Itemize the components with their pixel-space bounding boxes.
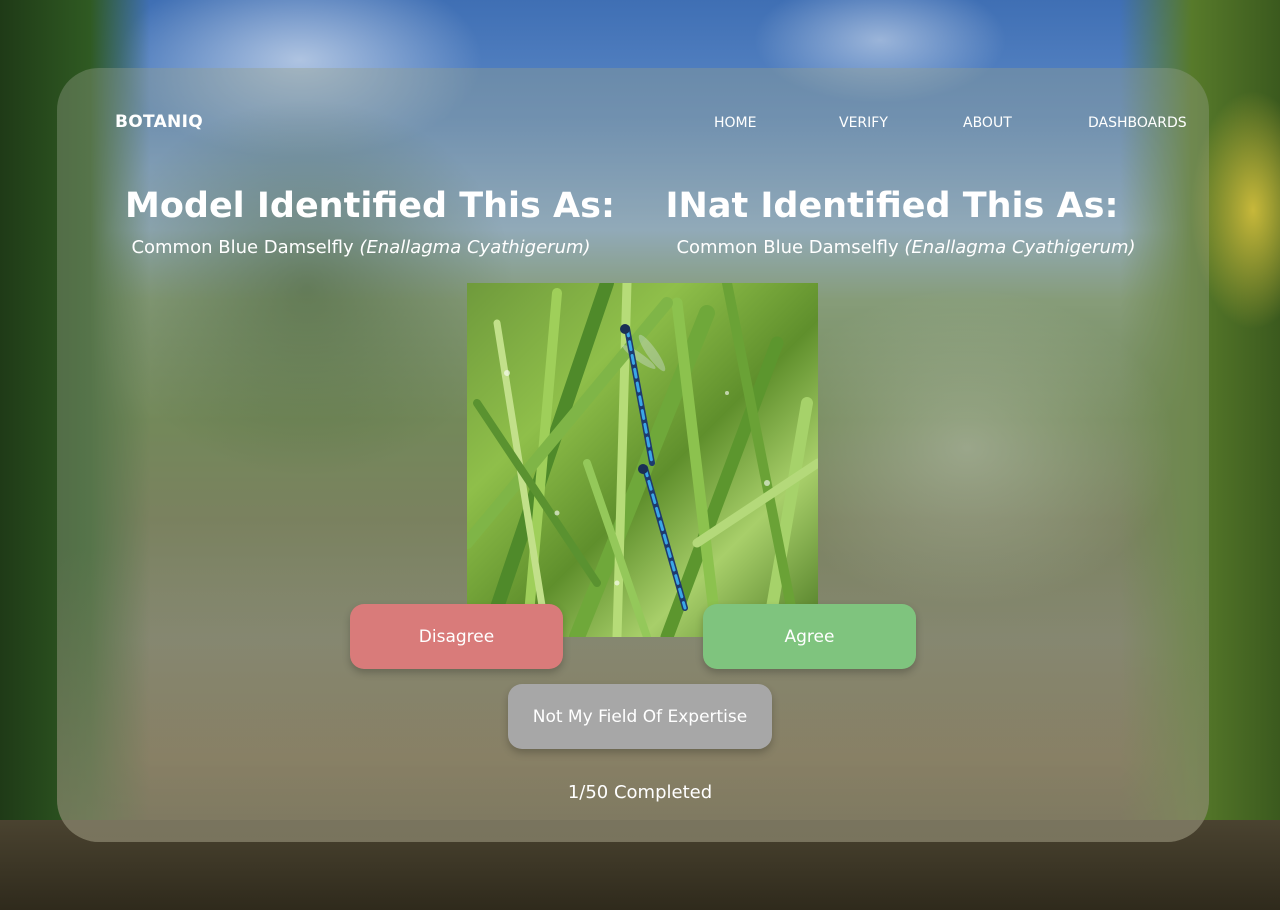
not-my-field-button[interactable]: Not My Field Of Expertise [508,684,772,749]
inat-heading: INat Identified This As: [665,186,1119,226]
logo[interactable]: BOTANIQ [115,112,203,132]
model-heading: Model Identified This As: [125,186,615,226]
specimen-photo [467,283,818,637]
damselfly-photo-graphic [467,283,818,637]
disagree-button[interactable]: Disagree [350,604,563,669]
model-identification: Common Blue Damselfly (Enallagma Cyathig… [90,237,632,258]
agree-button[interactable]: Agree [703,604,916,669]
inat-identification: Common Blue Damselfly (Enallagma Cyathig… [635,237,1177,258]
inat-scientific-name: (Enallagma Cyathigerum) [904,237,1136,258]
inat-common-name: Common Blue Damselfly [676,237,899,258]
progress-text: 1/50 Completed [567,782,713,803]
card-blur-shape [97,98,517,478]
model-scientific-name: (Enallagma Cyathigerum) [359,237,591,258]
nav-verify[interactable]: VERIFY [839,115,888,131]
nav-home[interactable]: HOME [714,115,756,131]
nav-about[interactable]: ABOUT [963,115,1012,131]
nav-dashboards[interactable]: DASHBOARDS [1088,115,1187,131]
model-common-name: Common Blue Damselfly [131,237,354,258]
